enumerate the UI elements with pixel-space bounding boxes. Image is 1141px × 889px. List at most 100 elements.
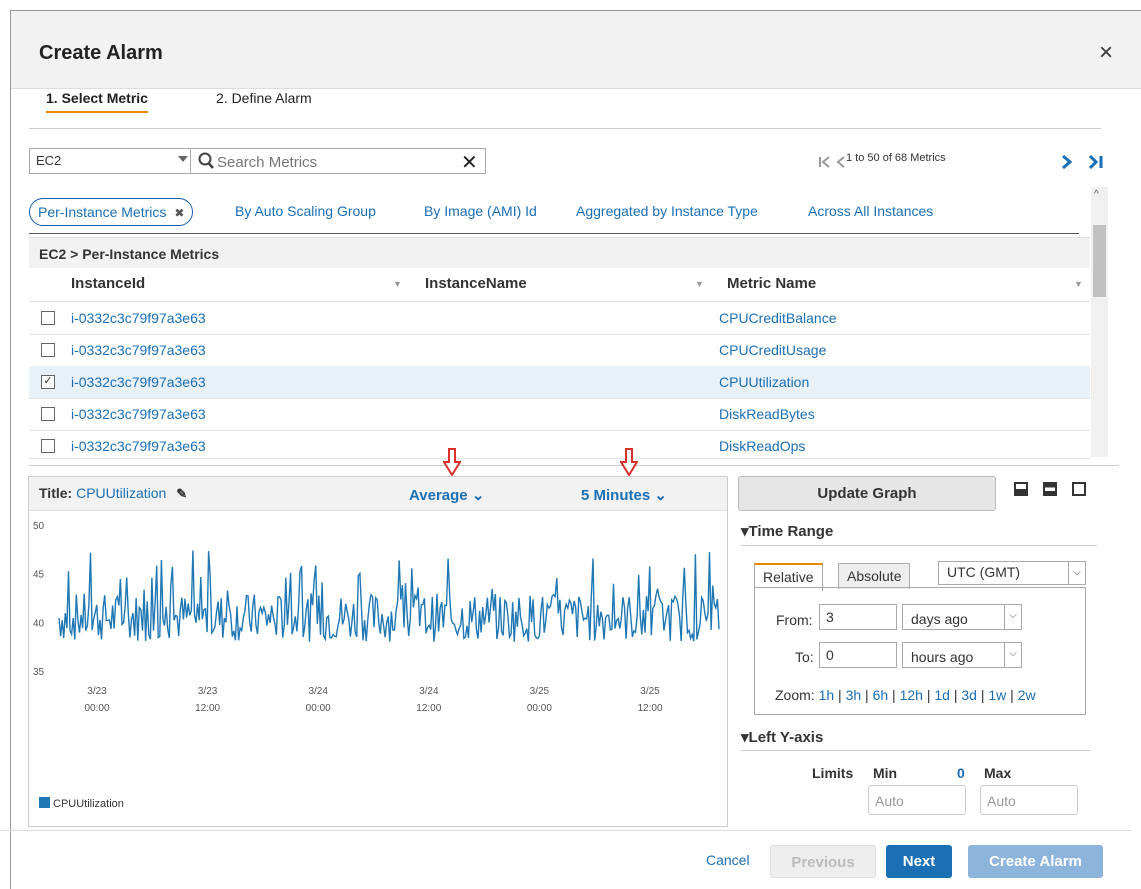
- remove-filter-icon[interactable]: ✖: [174, 206, 184, 220]
- statistic-dropdown[interactable]: Average ⌄: [409, 486, 484, 504]
- divider: [29, 233, 1079, 234]
- search-icon: [198, 152, 214, 169]
- row-checkbox[interactable]: ✓: [41, 375, 55, 389]
- max-label: Max: [984, 765, 1012, 781]
- instance-id-link[interactable]: i-0332c3c79f97a3e63: [71, 438, 206, 454]
- zoom-6h[interactable]: 6h: [873, 687, 889, 703]
- from-input[interactable]: 3: [819, 604, 897, 630]
- pencil-icon[interactable]: ✎: [176, 486, 187, 502]
- scroll-up-icon[interactable]: ^: [1094, 189, 1099, 200]
- create-alarm-button[interactable]: Create Alarm: [968, 845, 1103, 878]
- zoom-3h[interactable]: 3h: [846, 687, 862, 703]
- x-tick-label: 3/24: [308, 686, 328, 697]
- next-button[interactable]: Next: [886, 845, 952, 878]
- last-page-icon[interactable]: [1088, 155, 1104, 169]
- metric-name-link[interactable]: DiskReadOps: [719, 438, 805, 454]
- step-define-alarm[interactable]: 2. Define Alarm: [216, 90, 312, 106]
- from-unit-select[interactable]: days ago ⌵: [902, 604, 1022, 630]
- search-box[interactable]: ✕: [190, 148, 486, 174]
- period-dropdown[interactable]: 5 Minutes ⌄: [581, 486, 667, 504]
- y-tick-label: 35: [33, 667, 45, 678]
- zoom-1d[interactable]: 1d: [934, 687, 950, 703]
- zoom-1h[interactable]: 1h: [819, 687, 835, 703]
- update-graph-button[interactable]: Update Graph: [738, 476, 996, 511]
- tab-aggregated-by-instance-type[interactable]: Aggregated by Instance Type: [576, 203, 758, 219]
- search-input[interactable]: [215, 151, 459, 173]
- cpu-chart: 50 45 40 35 3/23 00:00 3/23 12:00 3/24 00:00 3/24 1…: [33, 521, 720, 714]
- to-unit-select[interactable]: hours ago ⌵: [902, 642, 1022, 668]
- table-row[interactable]: i-0332c3c79f97a3e63 DiskReadBytes: [29, 398, 1090, 431]
- time-range-heading[interactable]: ▾Time Range: [741, 522, 833, 540]
- breadcrumb: EC2 > Per-Instance Metrics: [29, 237, 1090, 268]
- tab-by-image-id[interactable]: By Image (AMI) Id: [424, 203, 537, 219]
- to-input[interactable]: 0: [819, 642, 897, 668]
- table-row[interactable]: ✓ i-0332c3c79f97a3e63 CPUUtilization: [29, 366, 1090, 399]
- x-tick-label: 00:00: [84, 703, 109, 714]
- min-input[interactable]: Auto: [868, 785, 966, 815]
- next-page-icon[interactable]: [1061, 155, 1073, 169]
- graph-title-value[interactable]: CPUUtilization: [76, 485, 166, 501]
- first-page-icon[interactable]: [818, 156, 832, 168]
- to-label: To:: [795, 649, 814, 665]
- metric-name-link[interactable]: DiskReadBytes: [719, 406, 815, 422]
- step-select-metric[interactable]: 1. Select Metric: [46, 90, 148, 113]
- x-tick-label: 12:00: [416, 703, 441, 714]
- row-checkbox[interactable]: [41, 407, 55, 421]
- column-instanceid[interactable]: InstanceId: [71, 275, 145, 292]
- graph-title: Title: CPUUtilization ✎: [39, 485, 187, 502]
- metric-name-link[interactable]: CPUCreditUsage: [719, 342, 826, 358]
- previous-button[interactable]: Previous: [770, 845, 876, 878]
- row-checkbox[interactable]: [41, 311, 55, 325]
- chevron-down-icon: ⌵: [1068, 561, 1086, 585]
- sort-icon[interactable]: ▼: [695, 279, 704, 289]
- row-checkbox[interactable]: [41, 439, 55, 453]
- table-row[interactable]: i-0332c3c79f97a3e63 DiskReadOps: [29, 430, 1090, 459]
- tab-by-auto-scaling-group[interactable]: By Auto Scaling Group: [235, 203, 376, 219]
- column-instancename[interactable]: InstanceName: [425, 275, 527, 292]
- layout-split-icon[interactable]: [1043, 482, 1057, 496]
- left-y-axis-label: Left Y-axis: [748, 729, 824, 746]
- previous-page-icon[interactable]: [836, 156, 846, 168]
- chevron-down-icon: ⌄: [471, 487, 485, 504]
- row-checkbox[interactable]: [41, 343, 55, 357]
- cancel-link[interactable]: Cancel: [706, 852, 750, 868]
- tab-absolute[interactable]: Absolute: [838, 563, 911, 589]
- layout-bottom-icon[interactable]: [1014, 482, 1028, 496]
- scrollbar-thumb[interactable]: [1093, 225, 1106, 297]
- namespace-select[interactable]: EC2: [29, 148, 197, 174]
- column-metric-name[interactable]: Metric Name: [727, 275, 816, 292]
- breadcrumb-text: EC2 > Per-Instance Metrics: [39, 246, 220, 262]
- tab-across-all-instances[interactable]: Across All Instances: [808, 203, 933, 219]
- x-tick-label: 3/25: [530, 686, 550, 697]
- zoom-12h[interactable]: 12h: [900, 687, 923, 703]
- sort-icon[interactable]: ▼: [1074, 279, 1083, 289]
- zoom-2w[interactable]: 2w: [1018, 687, 1036, 703]
- y-tick-label: 45: [33, 570, 45, 581]
- instance-id-link[interactable]: i-0332c3c79f97a3e63: [71, 310, 206, 326]
- instance-id-link[interactable]: i-0332c3c79f97a3e63: [71, 406, 206, 422]
- x-tick-label: 3/25: [640, 686, 660, 697]
- zoom-3d[interactable]: 3d: [961, 687, 977, 703]
- sort-icon[interactable]: ▼: [393, 279, 402, 289]
- table-row[interactable]: i-0332c3c79f97a3e63 CPUCreditBalance: [29, 302, 1090, 335]
- to-unit-value: hours ago: [911, 649, 974, 665]
- caret-down-icon: ▾: [741, 729, 749, 746]
- legend-label: CPUUtilization: [53, 798, 124, 810]
- x-tick-label: 12:00: [637, 703, 662, 714]
- left-y-axis-heading[interactable]: ▾Left Y-axis: [741, 728, 823, 746]
- min-label: Min: [873, 765, 898, 781]
- clear-search-icon[interactable]: ✕: [461, 150, 478, 175]
- metric-name-link[interactable]: CPUUtilization: [719, 374, 809, 390]
- max-input[interactable]: Auto: [980, 785, 1078, 815]
- table-scrollbar[interactable]: ^: [1091, 187, 1108, 457]
- layout-full-icon[interactable]: [1072, 482, 1086, 496]
- instance-id-link[interactable]: i-0332c3c79f97a3e63: [71, 374, 206, 390]
- timezone-select[interactable]: UTC (GMT) ⌵: [938, 561, 1086, 585]
- chevron-down-icon: ⌵: [1004, 604, 1022, 630]
- table-row[interactable]: i-0332c3c79f97a3e63 CPUCreditUsage: [29, 334, 1090, 367]
- zoom-1w[interactable]: 1w: [988, 687, 1006, 703]
- instance-id-link[interactable]: i-0332c3c79f97a3e63: [71, 342, 206, 358]
- metric-name-link[interactable]: CPUCreditBalance: [719, 310, 837, 326]
- tab-per-instance-metrics[interactable]: Per-Instance Metrics ✖: [29, 198, 194, 226]
- close-icon[interactable]: ×: [1099, 39, 1113, 67]
